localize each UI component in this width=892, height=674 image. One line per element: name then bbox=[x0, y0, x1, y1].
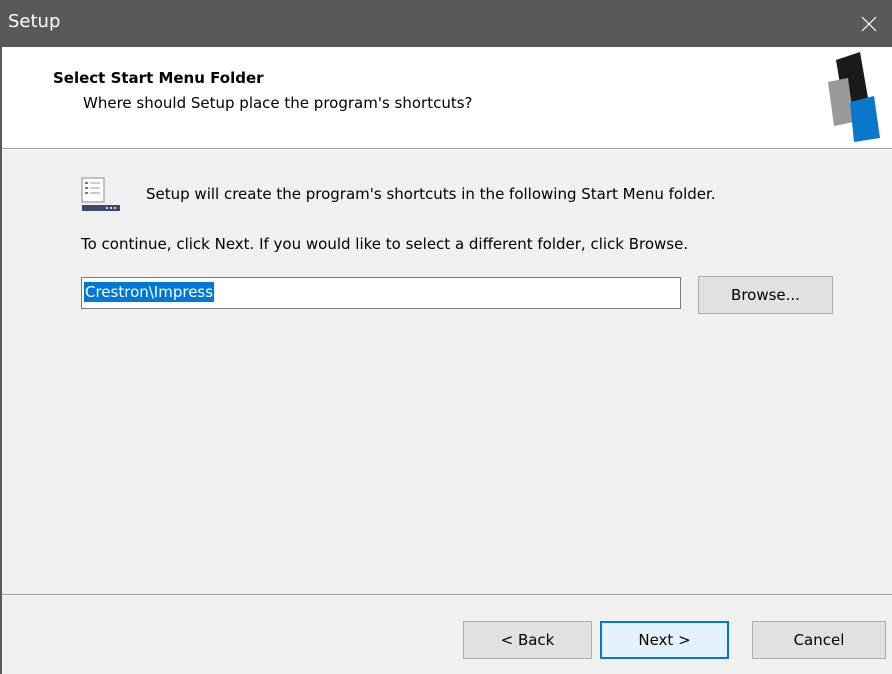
info-text: Setup will create the program's shortcut… bbox=[146, 185, 716, 203]
page-subtitle: Where should Setup place the program's s… bbox=[83, 94, 473, 112]
wizard-header: Select Start Menu Folder Where should Se… bbox=[2, 47, 892, 148]
back-button[interactable]: < Back bbox=[463, 621, 592, 659]
page-title: Select Start Menu Folder bbox=[53, 69, 264, 87]
folder-input-value: Crestron\Impress bbox=[84, 282, 215, 302]
title-bar: Setup bbox=[0, 0, 892, 47]
instruction-text: To continue, click Next. If you would li… bbox=[81, 235, 689, 253]
window-title: Setup bbox=[8, 11, 61, 32]
browse-button[interactable]: Browse... bbox=[698, 276, 833, 314]
next-button[interactable]: Next > bbox=[600, 621, 729, 659]
cancel-button-label: Cancel bbox=[793, 631, 845, 649]
close-button[interactable] bbox=[846, 0, 892, 47]
wizard-content: Setup will create the program's shortcut… bbox=[2, 150, 892, 594]
browse-button-label: Browse... bbox=[731, 286, 800, 304]
setup-logo-icon bbox=[828, 52, 880, 142]
next-button-label: Next > bbox=[638, 631, 691, 649]
start-menu-folder-input[interactable]: Crestron\Impress bbox=[81, 277, 681, 309]
start-menu-folder-icon bbox=[81, 177, 120, 211]
back-button-label: < Back bbox=[500, 631, 555, 649]
cancel-button[interactable]: Cancel bbox=[752, 621, 886, 659]
close-icon bbox=[861, 16, 877, 31]
setup-window: Select Start Menu Folder Where should Se… bbox=[0, 47, 892, 674]
wizard-footer: < Back Next > Cancel bbox=[2, 596, 892, 674]
